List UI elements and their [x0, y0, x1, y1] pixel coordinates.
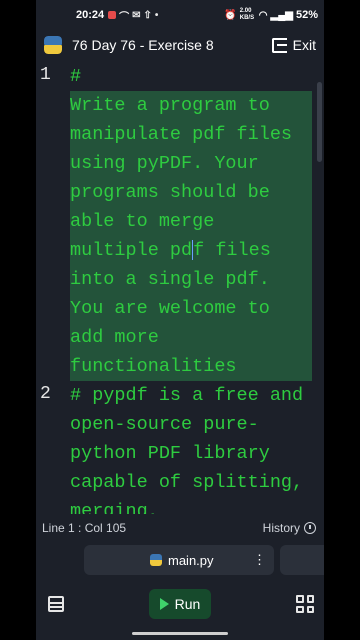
battery-level: 52% [295, 9, 318, 21]
alarm-icon: ⏰ [224, 9, 237, 21]
code-line-1-hash: # [70, 66, 82, 87]
system-icons: ⏰ 2.00 KB/S ◠ ▂▄▆ 52% [224, 8, 318, 22]
signal-icon: ▂▄▆ [270, 9, 293, 21]
tab-next[interactable] [280, 545, 324, 575]
right-frame [324, 0, 360, 640]
line-number: 1 [40, 65, 51, 85]
wifi-icon: ◠ [258, 9, 268, 21]
kebab-icon[interactable]: ⋮ [253, 553, 266, 567]
editor-status-line: Line 1 : Col 105 History [36, 516, 324, 540]
clock-icon [304, 522, 316, 534]
code-content[interactable]: # Write a program to manipulate pdf file… [70, 62, 312, 514]
play-icon [159, 598, 169, 610]
python-file-icon [150, 554, 162, 566]
exit-icon [271, 37, 287, 53]
editor-scrollbar[interactable] [317, 82, 322, 162]
bottom-bar: Run [36, 578, 324, 630]
code-line-2: # pypdf is a free and open-source pure-p… [70, 385, 315, 514]
run-button[interactable]: Run [149, 589, 211, 619]
status-bar: 20:24 ⌒ ✉ ⇧ • ⏰ 2.00 KB/S ◠ ▂▄▆ 52% [36, 0, 324, 30]
cursor-position: Line 1 : Col 105 [42, 521, 127, 535]
tab-main-py[interactable]: main.py ⋮ [84, 545, 274, 575]
tab-label: main.py [168, 552, 214, 568]
status-time: 20:24 [76, 9, 105, 21]
python-logo-icon [44, 36, 62, 54]
cast-icon: ⌒ [119, 11, 130, 23]
code-editor[interactable]: 1 2 # Write a program to manipulate pdf … [36, 62, 324, 514]
exercise-title: 76 Day 76 - Exercise 8 [72, 37, 214, 53]
left-frame [0, 0, 36, 640]
mail-icon: ✉ [132, 9, 141, 21]
history-label: History [262, 521, 300, 535]
exit-label: Exit [292, 37, 316, 53]
app-screen: 20:24 ⌒ ✉ ⇧ • ⏰ 2.00 KB/S ◠ ▂▄▆ 52% 76 D… [36, 0, 324, 640]
exit-button[interactable]: Exit [271, 37, 316, 53]
files-icon[interactable] [48, 596, 64, 612]
history-button[interactable]: History [263, 521, 316, 535]
run-label: Run [174, 596, 201, 612]
home-indicator[interactable] [132, 632, 228, 635]
notification-icons: ⌒ ✉ ⇧ • [108, 8, 224, 23]
notification-icon [108, 11, 117, 19]
line-number: 2 [40, 384, 51, 404]
code-line-1-selected: Write a program to manipulate pdf files … [70, 91, 312, 381]
dot-icon: • [154, 9, 159, 21]
file-tabs: main.py ⋮ [36, 542, 324, 578]
grid-icon[interactable] [296, 595, 314, 613]
network-speed: 2.00 KB/S [239, 8, 255, 21]
upload-icon: ⇧ [143, 9, 152, 21]
app-header: 76 Day 76 - Exercise 8 Exit [36, 30, 324, 60]
code-text: Write a program to manipulate pdf files … [70, 95, 304, 261]
